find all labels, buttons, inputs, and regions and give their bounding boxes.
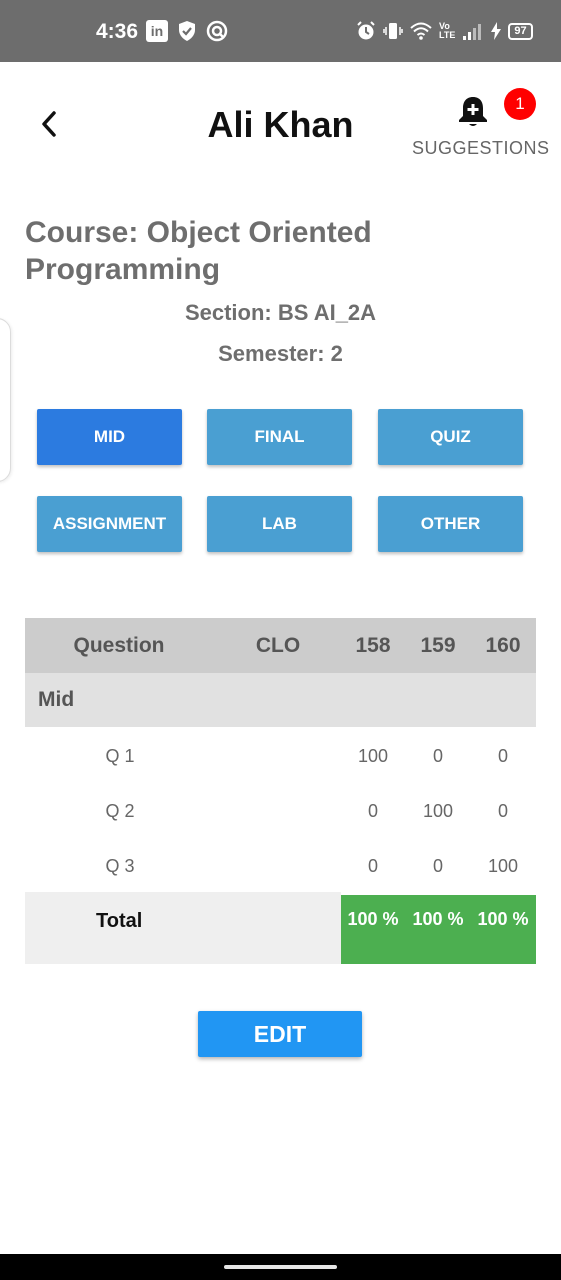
suggestions-button[interactable]: 1 SUGGESTIONS [408, 88, 550, 162]
header-clo-158: 158 [355, 633, 391, 657]
edit-button[interactable]: EDIT [198, 1011, 362, 1057]
charging-icon [491, 22, 502, 40]
signal-icon [463, 24, 482, 40]
system-nav-bar [0, 1254, 561, 1280]
table-row: Q 3 0 0 100 [25, 839, 536, 894]
tab-final[interactable]: FINAL [207, 409, 352, 465]
clo-cell [238, 839, 318, 894]
total-label: Total [96, 910, 143, 932]
table-header-row: Question CLO 158 159 160 [25, 618, 536, 673]
header-clo: CLO [255, 633, 301, 657]
semester-label: Semester: 2 [218, 341, 343, 366]
value-cell: 0 [432, 856, 443, 876]
header-clo-160: 160 [485, 633, 521, 657]
tab-quiz[interactable]: QUIZ [378, 409, 523, 465]
value-cell: 0 [432, 746, 443, 766]
table-row: Q 2 0 100 0 [25, 784, 536, 839]
tab-other[interactable]: OTHER [378, 496, 523, 552]
total-row-label: Total [25, 892, 341, 964]
status-time: 4:36 [96, 20, 139, 43]
status-bar: 4:36 in Vo LTE 97 [0, 0, 561, 62]
table-group-row: Mid [25, 673, 536, 727]
wifi-icon [410, 22, 432, 40]
course-title: Course: Object Oriented Programming [25, 216, 372, 286]
tab-mid[interactable]: MID [37, 409, 182, 465]
status-right-icons: Vo LTE 97 [356, 20, 533, 42]
bell-plus-icon [459, 97, 487, 126]
question-cell: Q 3 [105, 856, 135, 876]
linkedin-icon: in [146, 20, 168, 42]
value-cell: 0 [497, 746, 508, 766]
value-cell: 0 [497, 801, 508, 821]
sync-icon [206, 20, 228, 42]
shield-icon [176, 20, 198, 42]
battery-indicator: 97 [508, 22, 533, 40]
question-cell: Q 1 [105, 746, 135, 766]
value-cell: 100 [487, 856, 519, 876]
section-label: Section: BS AI_2A [184, 300, 377, 325]
vibrate-icon [383, 23, 403, 39]
total-values: 100 % 100 % 100 % [341, 895, 536, 964]
alarm-icon [357, 21, 375, 40]
total-value-160: 100 % [477, 909, 529, 929]
suggestions-label: SUGGESTIONS [412, 138, 550, 158]
group-label: Mid [38, 688, 75, 711]
value-cell: 100 [422, 801, 454, 821]
home-gesture-handle[interactable] [224, 1265, 337, 1269]
header-clo-159: 159 [420, 633, 456, 657]
question-cell: Q 2 [105, 801, 135, 821]
tab-lab[interactable]: LAB [207, 496, 352, 552]
clo-cell [238, 729, 318, 784]
value-cell: 100 [357, 746, 389, 766]
table-row: Q 1 100 0 0 [25, 729, 536, 784]
volte-label: Vo LTE [439, 21, 456, 40]
value-cell: 0 [367, 856, 378, 876]
value-cell: 0 [367, 801, 378, 821]
total-value-159: 100 % [412, 909, 464, 929]
clo-cell [238, 784, 318, 839]
tab-assignment[interactable]: ASSIGNMENT [37, 496, 182, 552]
header-question: Question [73, 633, 165, 657]
notification-badge: 1 [504, 88, 536, 120]
total-value-158: 100 % [347, 909, 399, 929]
